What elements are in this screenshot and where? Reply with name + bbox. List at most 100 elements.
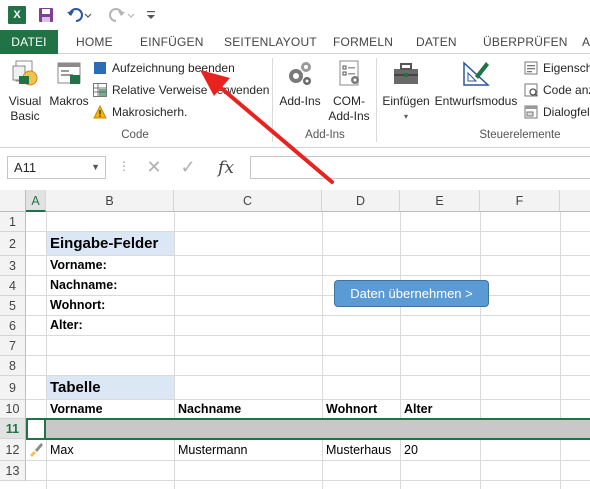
field-label-vorname[interactable]: Vorname: (47, 256, 174, 275)
table-cell-nachname[interactable]: Mustermann (175, 441, 322, 460)
table-header-wohnort[interactable]: Wohnort (323, 400, 400, 419)
row-header-2[interactable]: 2 (0, 232, 26, 256)
toolbox-icon (394, 63, 418, 84)
group-label-steuerelemente: Steuerelemente (479, 129, 561, 141)
ribbon-tabs: DATEI HOME EINFÜGEN SEITENLAYOUT FORMELN… (0, 30, 590, 54)
column-header-d[interactable]: D (322, 190, 400, 212)
table-cell-vorname[interactable]: Max (47, 441, 174, 460)
row-header-8[interactable]: 8 (0, 356, 26, 376)
column-header-next[interactable] (560, 190, 590, 212)
column-header-b[interactable]: B (46, 190, 174, 212)
ribbon-separator (376, 58, 377, 142)
code-anzeigen-button[interactable]: Code anz (524, 80, 590, 100)
row-header-10[interactable]: 10 (0, 400, 26, 419)
save-icon[interactable] (38, 6, 54, 24)
enter-icon[interactable]: ✓ (174, 156, 202, 179)
field-label-nachname[interactable]: Nachname: (47, 276, 174, 295)
entwurfsmodus-button[interactable]: Entwurfsmodus (433, 58, 519, 109)
column-header-c[interactable]: C (174, 190, 322, 212)
select-all-corner[interactable] (0, 190, 26, 212)
excel-logo-icon: X (8, 6, 26, 24)
column-header-a[interactable]: A (26, 190, 46, 212)
design-mode-icon (463, 61, 490, 86)
formula-input[interactable] (250, 156, 590, 179)
tab-einfuegen[interactable]: EINFÜGEN (140, 30, 204, 54)
row-header-3[interactable]: 3 (0, 256, 26, 276)
makros-button[interactable]: Makros (48, 58, 90, 109)
row-header-6[interactable]: 6 (0, 316, 26, 336)
row-header-12[interactable]: 12 (0, 439, 26, 461)
formula-bar-grip[interactable]: ⋮ (118, 159, 130, 173)
chevron-down-icon[interactable]: ▼ (91, 157, 100, 178)
gridline (26, 335, 590, 336)
eingabe-felder-title[interactable]: Eingabe-Felder (47, 232, 174, 255)
tab-ueberpruefen[interactable]: ÜBERPRÜFEN (483, 30, 568, 54)
row-header-4[interactable]: 4 (0, 276, 26, 296)
cancel-icon[interactable]: ✕ (140, 156, 168, 179)
name-box-value: A11 (14, 160, 37, 175)
relative-references-icon (93, 83, 107, 97)
row-header-13[interactable]: 13 (0, 461, 26, 481)
daten-uebernehmen-button[interactable]: Daten übernehmen > (334, 280, 489, 307)
row-header-7[interactable]: 7 (0, 336, 26, 356)
tabelle-title[interactable]: Tabelle (47, 376, 174, 399)
tab-seitenlayout[interactable]: SEITENLAYOUT (224, 30, 317, 54)
eigenschaften-button[interactable]: Eigensch (524, 58, 590, 78)
column-header-f[interactable]: F (480, 190, 560, 212)
relative-verweise-button[interactable]: Relative Verweise verwenden (93, 80, 269, 100)
gridline (480, 212, 481, 489)
redo-icon[interactable] (108, 6, 136, 24)
macros-icon (57, 62, 81, 84)
paintbrush-icon[interactable] (27, 441, 45, 460)
tab-daten[interactable]: DATEN (416, 30, 457, 54)
visual-basic-label-2: Basic (10, 109, 40, 123)
spreadsheet-grid: A B C D E F 1 2 3 4 5 6 7 8 9 10 11 12 1… (0, 190, 590, 489)
name-box[interactable]: A11 ▼ (7, 156, 106, 179)
einfuegen-control-button[interactable]: Einfügen ▾ (380, 58, 432, 124)
eigenschaften-label: Eigensch (543, 61, 590, 75)
row-header-11[interactable]: 11 (0, 419, 26, 439)
tab-home[interactable]: HOME (76, 30, 113, 54)
addins-button[interactable]: Add-Ins (277, 58, 323, 109)
field-label-alter[interactable]: Alter: (47, 316, 174, 335)
tab-datei[interactable]: DATEI (0, 30, 58, 54)
properties-icon (524, 61, 538, 75)
undo-icon[interactable] (66, 6, 94, 24)
gridline (26, 355, 590, 356)
insert-function-icon[interactable]: fx (212, 156, 240, 179)
row-header-1[interactable]: 1 (0, 212, 26, 232)
table-header-nachname[interactable]: Nachname (175, 400, 322, 419)
einfuegen-control-label: Einfügen (382, 94, 430, 108)
com-addins-icon (339, 60, 359, 86)
visual-basic-button[interactable]: Visual Basic (4, 58, 46, 124)
com-addins-button[interactable]: COM- Add-Ins (326, 58, 372, 124)
visual-basic-label-1: Visual (8, 94, 42, 108)
makros-label: Makros (49, 94, 89, 108)
row-header-5[interactable]: 5 (0, 296, 26, 316)
group-label-code: Code (121, 129, 149, 141)
active-cell-a11[interactable] (26, 418, 46, 440)
field-label-wohnort[interactable]: Wohnort: (47, 296, 174, 315)
ribbon-separator (272, 58, 273, 142)
gears-icon (289, 62, 311, 85)
aufzeichnung-beenden-button[interactable]: Aufzeichnung beenden (93, 58, 235, 78)
table-cell-wohnort[interactable]: Musterhaus (323, 441, 400, 460)
dialogfeld-label: Dialogfel (543, 105, 590, 119)
formula-bar: A11 ▼ ⋮ ✕ ✓ fx (0, 148, 590, 188)
makrosicherheit-button[interactable]: Makrosicherh. (93, 102, 187, 122)
table-header-alter[interactable]: Alter (401, 400, 480, 419)
tab-formeln[interactable]: FORMELN (333, 30, 393, 54)
com-addins-label-2: Add-Ins (328, 109, 370, 123)
makrosicherheit-label: Makrosicherh. (112, 105, 188, 119)
tab-more[interactable]: A (582, 30, 590, 54)
row-header-9[interactable]: 9 (0, 376, 26, 400)
table-cell-alter[interactable]: 20 (401, 441, 480, 460)
table-header-vorname[interactable]: Vorname (47, 400, 174, 419)
customize-qat-icon[interactable] (146, 6, 156, 24)
column-header-e[interactable]: E (400, 190, 480, 212)
com-addins-label-1: COM- (333, 94, 365, 108)
dialogfeld-button[interactable]: Dialogfel (524, 102, 590, 122)
addins-label: Add-Ins (279, 94, 321, 108)
view-code-icon (524, 83, 538, 97)
entwurfsmodus-label: Entwurfsmodus (434, 94, 518, 108)
